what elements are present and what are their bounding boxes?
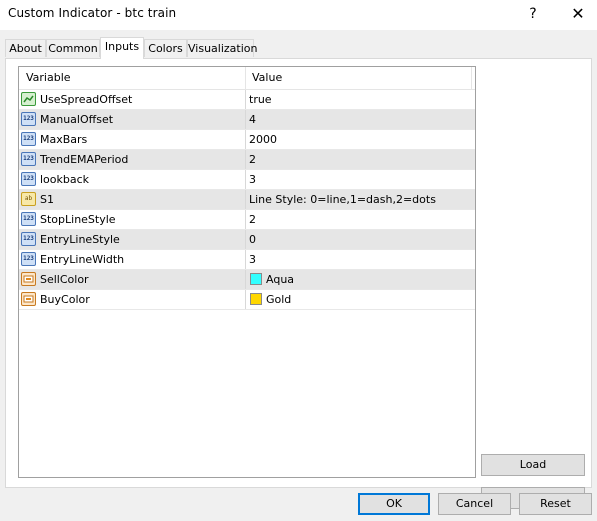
table-row[interactable]: 123 EntryLineWidth 3 bbox=[19, 250, 475, 270]
int-icon: 123 bbox=[21, 132, 36, 146]
table-row[interactable]: 123 StopLineStyle 2 bbox=[19, 210, 475, 230]
tab-colors[interactable]: Colors bbox=[144, 39, 187, 57]
color-icon bbox=[21, 272, 36, 286]
tab-about[interactable]: About bbox=[5, 39, 46, 57]
variable-cell[interactable]: BuyColor bbox=[19, 290, 245, 309]
variable-value: Aqua bbox=[266, 273, 295, 286]
close-button[interactable]: ✕ bbox=[564, 3, 592, 25]
table-row[interactable]: UseSpreadOffset true bbox=[19, 90, 475, 110]
table-row[interactable]: BuyColor Gold bbox=[19, 290, 475, 310]
column-divider[interactable] bbox=[245, 67, 246, 89]
variable-cell[interactable]: 123 ManualOffset bbox=[19, 110, 245, 129]
table-row[interactable]: 123 MaxBars 2000 bbox=[19, 130, 475, 150]
variable-value: true bbox=[249, 93, 272, 106]
value-cell[interactable]: 4 bbox=[246, 110, 472, 129]
int-icon: 123 bbox=[21, 252, 36, 266]
table-row[interactable]: ab S1 Line Style: 0=line,1=dash,2=dots bbox=[19, 190, 475, 210]
column-header-value[interactable]: Value bbox=[252, 67, 282, 89]
variable-cell[interactable]: UseSpreadOffset bbox=[19, 90, 245, 109]
window-title: Custom Indicator - btc train bbox=[8, 6, 177, 20]
value-cell[interactable]: Aqua bbox=[246, 270, 472, 289]
grid-header: Variable Value bbox=[19, 67, 475, 90]
variable-value: 3 bbox=[249, 173, 256, 186]
variable-name: EntryLineStyle bbox=[40, 233, 120, 246]
tab-inputs[interactable]: Inputs bbox=[100, 37, 144, 59]
table-row[interactable]: 123 ManualOffset 4 bbox=[19, 110, 475, 130]
value-cell[interactable]: 2 bbox=[246, 210, 472, 229]
help-button[interactable]: ? bbox=[519, 3, 547, 25]
cancel-button[interactable]: Cancel bbox=[438, 493, 511, 515]
column-header-variable[interactable]: Variable bbox=[26, 67, 71, 89]
value-cell[interactable]: Line Style: 0=line,1=dash,2=dots bbox=[246, 190, 472, 209]
inputs-panel: Variable Value UseSpreadOffset true 123 Man… bbox=[5, 58, 592, 509]
variable-value: 2 bbox=[249, 213, 256, 226]
color-icon bbox=[21, 292, 36, 306]
color-swatch[interactable] bbox=[250, 273, 262, 285]
value-cell[interactable]: 2 bbox=[246, 150, 472, 169]
variable-name: MaxBars bbox=[40, 133, 88, 146]
title-bar: Custom Indicator - btc train ? ✕ bbox=[0, 0, 597, 30]
string-icon: ab bbox=[21, 192, 36, 206]
variable-cell[interactable]: 123 EntryLineWidth bbox=[19, 250, 245, 269]
table-row[interactable]: 123 TrendEMAPeriod 2 bbox=[19, 150, 475, 170]
int-icon: 123 bbox=[21, 152, 36, 166]
variable-name: lookback bbox=[40, 173, 90, 186]
variable-value: Line Style: 0=line,1=dash,2=dots bbox=[249, 193, 436, 206]
column-divider[interactable] bbox=[471, 67, 472, 89]
value-cell[interactable]: 3 bbox=[246, 250, 472, 269]
reset-button[interactable]: Reset bbox=[519, 493, 592, 515]
variable-name: TrendEMAPeriod bbox=[40, 153, 129, 166]
variable-cell[interactable]: 123 MaxBars bbox=[19, 130, 245, 149]
variable-name: S1 bbox=[40, 193, 54, 206]
variable-name: StopLineStyle bbox=[40, 213, 116, 226]
value-cell[interactable]: 2000 bbox=[246, 130, 472, 149]
bool-icon bbox=[21, 92, 36, 106]
variable-cell[interactable]: 123 EntryLineStyle bbox=[19, 230, 245, 249]
variable-name: SellColor bbox=[40, 273, 89, 286]
inputs-grid: Variable Value UseSpreadOffset true 123 Man… bbox=[18, 66, 476, 478]
int-icon: 123 bbox=[21, 112, 36, 126]
tab-common[interactable]: Common bbox=[46, 39, 100, 57]
value-cell[interactable]: 0 bbox=[246, 230, 472, 249]
variable-name: ManualOffset bbox=[40, 113, 114, 126]
variable-value: 4 bbox=[249, 113, 256, 126]
table-row[interactable]: SellColor Aqua bbox=[19, 270, 475, 290]
variable-cell[interactable]: 123 StopLineStyle bbox=[19, 210, 245, 229]
variable-cell[interactable]: 123 lookback bbox=[19, 170, 245, 189]
tab-visualization[interactable]: Visualization bbox=[187, 39, 257, 57]
variable-value: 2000 bbox=[249, 133, 277, 146]
load-button[interactable]: Load bbox=[481, 454, 585, 476]
value-cell[interactable]: 3 bbox=[246, 170, 472, 189]
variable-cell[interactable]: ab S1 bbox=[19, 190, 245, 209]
int-icon: 123 bbox=[21, 212, 36, 226]
variable-value: Gold bbox=[266, 293, 292, 306]
value-cell[interactable]: Gold bbox=[246, 290, 472, 309]
variable-name: EntryLineWidth bbox=[40, 253, 125, 266]
color-swatch[interactable] bbox=[250, 293, 262, 305]
dialog-body: About Common Inputs Colors Visualization… bbox=[0, 30, 597, 521]
variable-value: 3 bbox=[249, 253, 256, 266]
variable-cell[interactable]: 123 TrendEMAPeriod bbox=[19, 150, 245, 169]
variable-cell[interactable]: SellColor bbox=[19, 270, 245, 289]
grid-rows: UseSpreadOffset true 123 ManualOffset 4 123 Ma… bbox=[19, 90, 475, 310]
variable-name: BuyColor bbox=[40, 293, 90, 306]
ok-button[interactable]: OK bbox=[358, 493, 430, 515]
variable-value: 0 bbox=[249, 233, 256, 246]
int-icon: 123 bbox=[21, 172, 36, 186]
table-row[interactable]: 123 lookback 3 bbox=[19, 170, 475, 190]
variable-value: 2 bbox=[249, 153, 256, 166]
variable-name: UseSpreadOffset bbox=[40, 93, 133, 106]
table-row[interactable]: 123 EntryLineStyle 0 bbox=[19, 230, 475, 250]
value-cell[interactable]: true bbox=[246, 90, 472, 109]
int-icon: 123 bbox=[21, 232, 36, 246]
